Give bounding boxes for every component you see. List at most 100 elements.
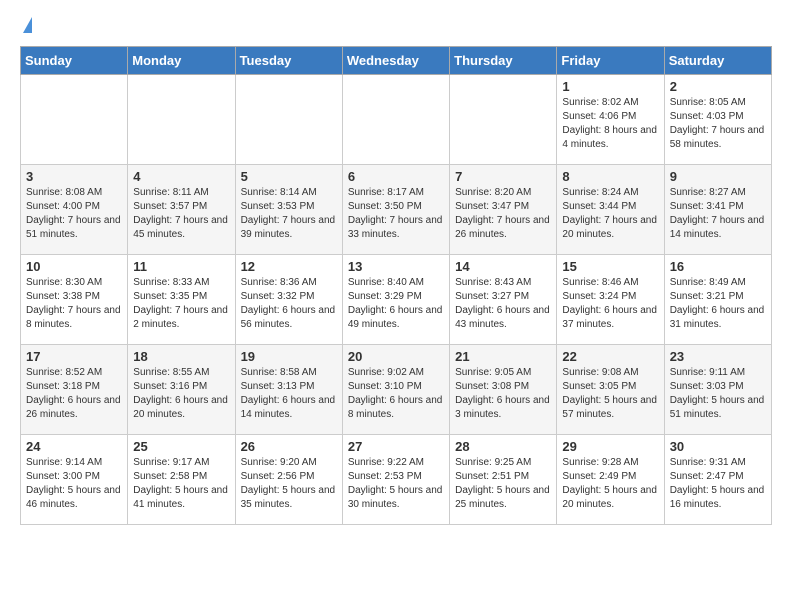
day-number: 3: [26, 169, 122, 184]
day-info: Sunrise: 8:58 AM Sunset: 3:13 PM Dayligh…: [241, 366, 337, 422]
weekday-header-wednesday: Wednesday: [342, 47, 449, 75]
day-number: 28: [455, 439, 551, 454]
calendar-cell: 27 Sunrise: 9:22 AM Sunset: 2:53 PM Dayli…: [342, 435, 449, 525]
day-number: 13: [348, 259, 444, 274]
day-info: Sunrise: 8:14 AM Sunset: 3:53 PM Dayligh…: [241, 186, 337, 242]
day-number: 24: [26, 439, 122, 454]
day-info: Sunrise: 9:08 AM Sunset: 3:05 PM Dayligh…: [562, 366, 658, 422]
weekday-header-sunday: Sunday: [21, 47, 128, 75]
day-info: Sunrise: 9:28 AM Sunset: 2:49 PM Dayligh…: [562, 456, 658, 512]
day-number: 20: [348, 349, 444, 364]
day-info: Sunrise: 9:02 AM Sunset: 3:10 PM Dayligh…: [348, 366, 444, 422]
day-info: Sunrise: 9:11 AM Sunset: 3:03 PM Dayligh…: [670, 366, 766, 422]
day-number: 27: [348, 439, 444, 454]
calendar-cell: 22Sunrise: 9:08 AM Sunset: 3:05 PM Dayli…: [557, 345, 664, 435]
weekday-header-friday: Friday: [557, 47, 664, 75]
calendar-week-row: 1 Sunrise: 8:02 AM Sunset: 4:06 PM Daylig…: [21, 75, 772, 165]
calendar-cell: 6 Sunrise: 8:17 AM Sunset: 3:50 PM Daylig…: [342, 165, 449, 255]
day-number: 1: [562, 79, 658, 94]
day-info: Sunrise: 8:08 AM Sunset: 4:00 PM Dayligh…: [26, 186, 122, 242]
day-info: Sunrise: 8:11 AM Sunset: 3:57 PM Dayligh…: [133, 186, 229, 242]
day-info: Sunrise: 8:33 AM Sunset: 3:35 PM Dayligh…: [133, 276, 229, 332]
calendar-cell: 2 Sunrise: 8:05 AM Sunset: 4:03 PM Daylig…: [664, 75, 771, 165]
calendar-cell: [342, 75, 449, 165]
logo: [20, 20, 32, 36]
calendar-cell: 26 Sunrise: 9:20 AM Sunset: 2:56 PM Dayli…: [235, 435, 342, 525]
day-number: 12: [241, 259, 337, 274]
calendar-cell: 10 Sunrise: 8:30 AM Sunset: 3:38 PM Dayli…: [21, 255, 128, 345]
calendar-cell: 3 Sunrise: 8:08 AM Sunset: 4:00 PM Daylig…: [21, 165, 128, 255]
calendar-cell: 19 Sunrise: 8:58 AM Sunset: 3:13 PM Dayli…: [235, 345, 342, 435]
calendar-cell: [450, 75, 557, 165]
calendar-table: SundayMondayTuesdayWednesdayThursdayFrid…: [20, 46, 772, 525]
calendar-cell: [21, 75, 128, 165]
day-info: Sunrise: 9:05 AM Sunset: 3:08 PM Dayligh…: [455, 366, 551, 422]
day-info: Sunrise: 8:17 AM Sunset: 3:50 PM Dayligh…: [348, 186, 444, 242]
day-info: Sunrise: 8:40 AM Sunset: 3:29 PM Dayligh…: [348, 276, 444, 332]
day-info: Sunrise: 9:31 AM Sunset: 2:47 PM Dayligh…: [670, 456, 766, 512]
day-info: Sunrise: 8:05 AM Sunset: 4:03 PM Dayligh…: [670, 96, 766, 152]
day-number: 26: [241, 439, 337, 454]
calendar-cell: 5 Sunrise: 8:14 AM Sunset: 3:53 PM Daylig…: [235, 165, 342, 255]
day-number: 29: [562, 439, 658, 454]
day-info: Sunrise: 8:43 AM Sunset: 3:27 PM Dayligh…: [455, 276, 551, 332]
day-number: 23: [670, 349, 766, 364]
calendar-header-row: SundayMondayTuesdayWednesdayThursdayFrid…: [21, 47, 772, 75]
day-number: 10: [26, 259, 122, 274]
day-number: 6: [348, 169, 444, 184]
day-number: 14: [455, 259, 551, 274]
day-number: 19: [241, 349, 337, 364]
calendar-cell: [128, 75, 235, 165]
calendar-cell: 14 Sunrise: 8:43 AM Sunset: 3:27 PM Dayli…: [450, 255, 557, 345]
day-info: Sunrise: 8:49 AM Sunset: 3:21 PM Dayligh…: [670, 276, 766, 332]
weekday-header-tuesday: Tuesday: [235, 47, 342, 75]
weekday-header-saturday: Saturday: [664, 47, 771, 75]
day-number: 7: [455, 169, 551, 184]
logo-icon: [23, 17, 32, 33]
day-number: 8: [562, 169, 658, 184]
calendar-cell: 9 Sunrise: 8:27 AM Sunset: 3:41 PM Daylig…: [664, 165, 771, 255]
calendar-cell: 13 Sunrise: 8:40 AM Sunset: 3:29 PM Dayli…: [342, 255, 449, 345]
day-number: 4: [133, 169, 229, 184]
day-number: 11: [133, 259, 229, 274]
day-info: Sunrise: 8:27 AM Sunset: 3:41 PM Dayligh…: [670, 186, 766, 242]
day-info: Sunrise: 9:14 AM Sunset: 3:00 PM Dayligh…: [26, 456, 122, 512]
day-number: 25: [133, 439, 229, 454]
day-number: 15: [562, 259, 658, 274]
day-info: Sunrise: 8:36 AM Sunset: 3:32 PM Dayligh…: [241, 276, 337, 332]
day-info: Sunrise: 8:20 AM Sunset: 3:47 PM Dayligh…: [455, 186, 551, 242]
weekday-header-thursday: Thursday: [450, 47, 557, 75]
calendar-cell: [235, 75, 342, 165]
page-header: [20, 20, 772, 36]
calendar-cell: 17Sunrise: 8:52 AM Sunset: 3:18 PM Dayli…: [21, 345, 128, 435]
calendar-cell: 8 Sunrise: 8:24 AM Sunset: 3:44 PM Daylig…: [557, 165, 664, 255]
calendar-cell: 30 Sunrise: 9:31 AM Sunset: 2:47 PM Dayli…: [664, 435, 771, 525]
calendar-week-row: 24 Sunrise: 9:14 AM Sunset: 3:00 PM Dayli…: [21, 435, 772, 525]
day-number: 30: [670, 439, 766, 454]
calendar-cell: 28Sunrise: 9:25 AM Sunset: 2:51 PM Dayli…: [450, 435, 557, 525]
day-number: 5: [241, 169, 337, 184]
day-info: Sunrise: 8:24 AM Sunset: 3:44 PM Dayligh…: [562, 186, 658, 242]
day-number: 9: [670, 169, 766, 184]
calendar-cell: 23 Sunrise: 9:11 AM Sunset: 3:03 PM Dayli…: [664, 345, 771, 435]
calendar-cell: 1 Sunrise: 8:02 AM Sunset: 4:06 PM Daylig…: [557, 75, 664, 165]
calendar-cell: 20 Sunrise: 9:02 AM Sunset: 3:10 PM Dayli…: [342, 345, 449, 435]
day-info: Sunrise: 9:20 AM Sunset: 2:56 PM Dayligh…: [241, 456, 337, 512]
calendar-cell: 4 Sunrise: 8:11 AM Sunset: 3:57 PM Daylig…: [128, 165, 235, 255]
calendar-cell: 16 Sunrise: 8:49 AM Sunset: 3:21 PM Dayli…: [664, 255, 771, 345]
weekday-header-monday: Monday: [128, 47, 235, 75]
calendar-cell: 25 Sunrise: 9:17 AM Sunset: 2:58 PM Dayli…: [128, 435, 235, 525]
day-info: Sunrise: 9:22 AM Sunset: 2:53 PM Dayligh…: [348, 456, 444, 512]
calendar-week-row: 17Sunrise: 8:52 AM Sunset: 3:18 PM Dayli…: [21, 345, 772, 435]
day-info: Sunrise: 8:02 AM Sunset: 4:06 PM Dayligh…: [562, 96, 658, 152]
calendar-cell: 12 Sunrise: 8:36 AM Sunset: 3:32 PM Dayli…: [235, 255, 342, 345]
day-number: 2: [670, 79, 766, 94]
day-info: Sunrise: 9:17 AM Sunset: 2:58 PM Dayligh…: [133, 456, 229, 512]
calendar-week-row: 3 Sunrise: 8:08 AM Sunset: 4:00 PM Daylig…: [21, 165, 772, 255]
calendar-cell: 15Sunrise: 8:46 AM Sunset: 3:24 PM Dayli…: [557, 255, 664, 345]
day-info: Sunrise: 8:52 AM Sunset: 3:18 PM Dayligh…: [26, 366, 122, 422]
day-number: 16: [670, 259, 766, 274]
calendar-week-row: 10 Sunrise: 8:30 AM Sunset: 3:38 PM Dayli…: [21, 255, 772, 345]
day-number: 21: [455, 349, 551, 364]
day-info: Sunrise: 8:30 AM Sunset: 3:38 PM Dayligh…: [26, 276, 122, 332]
